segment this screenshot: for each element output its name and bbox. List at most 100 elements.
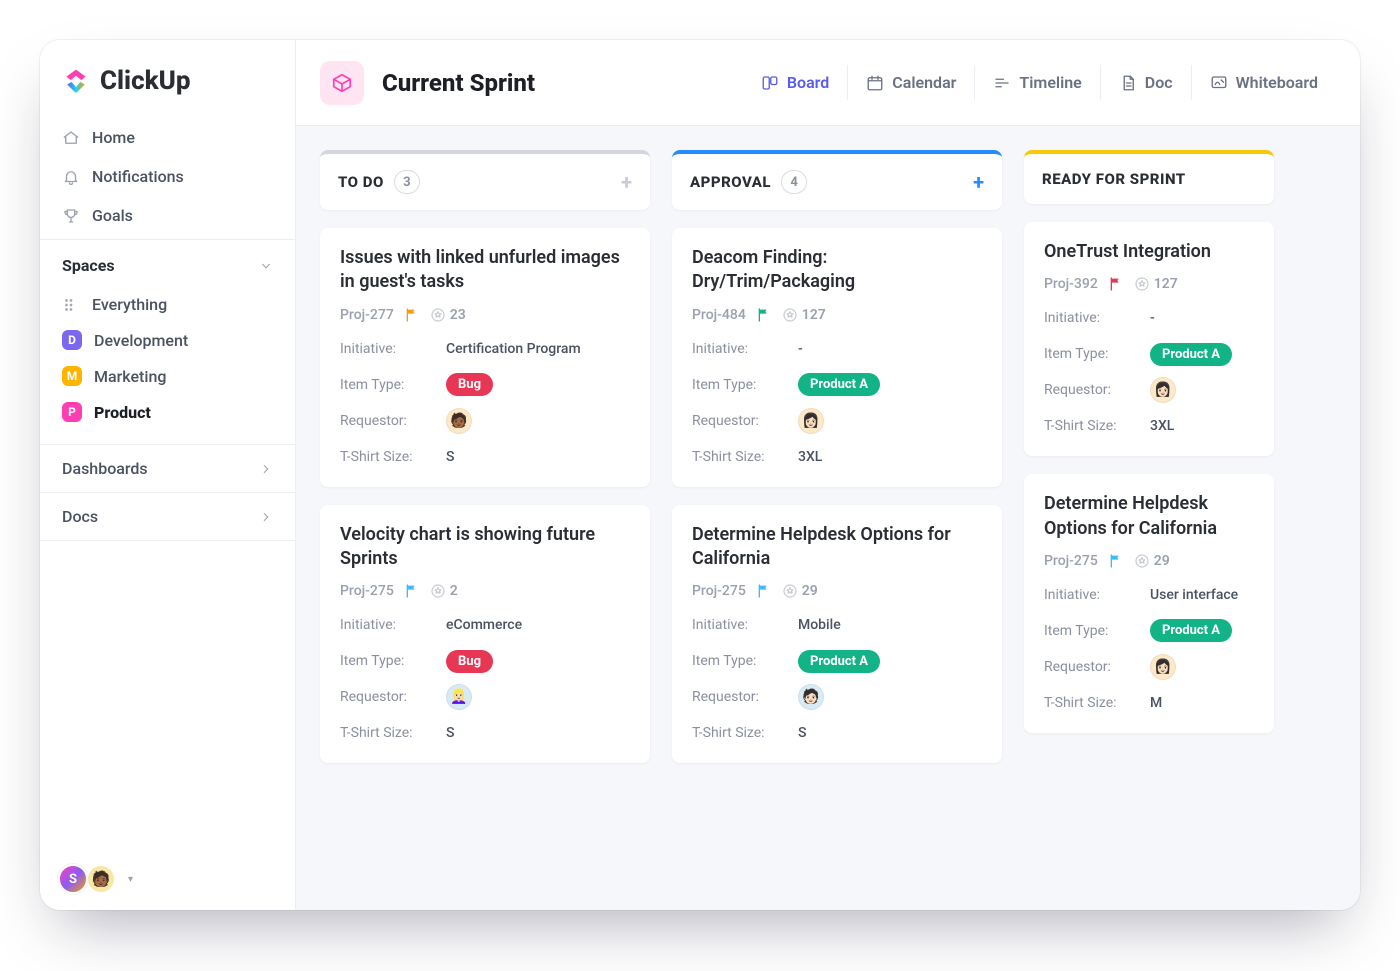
task-card[interactable]: Issues with linked unfurled images in gu…: [320, 228, 650, 487]
sidebar-user-stack[interactable]: S 🧑🏾 ▾: [40, 848, 295, 910]
flag-icon: [756, 583, 772, 599]
tab-label: Doc: [1145, 73, 1173, 92]
page-title: Current Sprint: [382, 69, 535, 97]
project-id: Proj-275: [340, 583, 394, 599]
spaces-section-header[interactable]: Spaces: [40, 239, 295, 285]
task-card[interactable]: Determine Helpdesk Options for Californi…: [1024, 474, 1274, 733]
section-title: Spaces: [62, 256, 115, 275]
space-item-marketing[interactable]: M Marketing: [50, 358, 285, 394]
flag-icon: [1108, 553, 1124, 569]
item-type-badge: Bug: [446, 650, 493, 673]
field-label: Requestor:: [340, 413, 446, 429]
score: 2: [430, 583, 458, 599]
field-label: T-Shirt Size:: [340, 725, 446, 741]
app-frame: ClickUp Home Notifications Goals Spaces: [40, 40, 1360, 910]
chevron-right-icon: [259, 510, 273, 524]
flag-icon: [404, 583, 420, 599]
workspace-avatar: S: [58, 864, 88, 894]
space-everything[interactable]: Everything: [50, 287, 285, 322]
nav-notifications[interactable]: Notifications: [46, 157, 289, 196]
column-count: 3: [394, 170, 420, 194]
space-label: Product: [94, 403, 151, 422]
star-icon: [782, 307, 798, 323]
column-header[interactable]: READY FOR SPRINT: [1024, 150, 1274, 204]
field-label: T-Shirt Size:: [1044, 418, 1150, 434]
nav-label: Dashboards: [62, 459, 148, 478]
field-label: Requestor:: [1044, 382, 1150, 398]
score: 127: [1134, 276, 1178, 292]
field-label: T-Shirt Size:: [692, 449, 798, 465]
nav-goals[interactable]: Goals: [46, 196, 289, 235]
nav-docs[interactable]: Docs: [40, 492, 295, 541]
column-header[interactable]: APPROVAL 4+: [672, 150, 1002, 210]
main-area: Current Sprint Board Calendar Timeline Doc W…: [296, 40, 1360, 910]
card-title: Issues with linked unfurled images in gu…: [340, 246, 630, 295]
sidebar: ClickUp Home Notifications Goals Spaces: [40, 40, 296, 910]
brand-logo[interactable]: ClickUp: [40, 40, 295, 114]
column-count: 4: [781, 170, 807, 194]
tab-whiteboard[interactable]: Whiteboard: [1191, 65, 1336, 100]
space-item-product[interactable]: P Product: [50, 394, 285, 430]
star-icon: [430, 307, 446, 323]
task-card[interactable]: OneTrust Integration Proj-392 127 Initia…: [1024, 222, 1274, 456]
nav-home[interactable]: Home: [46, 118, 289, 157]
field-label: Initiative:: [692, 341, 798, 357]
field-label: Item Type:: [1044, 346, 1150, 362]
field-label: Initiative:: [1044, 310, 1150, 326]
task-card[interactable]: Velocity chart is showing future Sprints…: [320, 505, 650, 764]
task-card[interactable]: Determine Helpdesk Options for Californi…: [672, 505, 1002, 764]
tshirt-value: S: [446, 449, 454, 465]
star-icon: [782, 583, 798, 599]
tab-label: Board: [787, 73, 829, 92]
chevron-down-icon: [259, 259, 273, 273]
field-label: Initiative:: [340, 617, 446, 633]
card-meta: Proj-275 29: [1044, 553, 1254, 569]
column-header[interactable]: TO DO 3+: [320, 150, 650, 210]
field-label: Requestor:: [1044, 659, 1150, 675]
initiative-value: eCommerce: [446, 617, 522, 633]
whiteboard-icon: [1210, 74, 1228, 92]
user-avatar: 🧑🏾: [86, 864, 116, 894]
task-card[interactable]: Deacom Finding: Dry/Trim/Packaging Proj-…: [672, 228, 1002, 487]
nav-label: Home: [92, 128, 135, 147]
requestor-avatar: 👱🏻‍♀️: [446, 684, 472, 710]
item-type-badge: Product A: [798, 373, 880, 396]
requestor-avatar: 👩🏻: [1150, 654, 1176, 680]
field-label: Requestor:: [692, 413, 798, 429]
tshirt-value: 3XL: [798, 449, 822, 465]
tab-label: Timeline: [1019, 73, 1081, 92]
card-title: Determine Helpdesk Options for Californi…: [1044, 492, 1254, 541]
add-card-button[interactable]: +: [621, 170, 632, 194]
board-column: APPROVAL 4+ Deacom Finding: Dry/Trim/Pac…: [672, 150, 1002, 910]
board-column: TO DO 3+ Issues with linked unfurled ima…: [320, 150, 650, 910]
nav-dashboards[interactable]: Dashboards: [40, 444, 295, 492]
timeline-icon: [993, 74, 1011, 92]
card-meta: Proj-275 2: [340, 583, 630, 599]
tab-doc[interactable]: Doc: [1100, 65, 1191, 100]
card-title: Determine Helpdesk Options for Californi…: [692, 523, 982, 572]
initiative-value: -: [798, 341, 803, 357]
board-column: READY FOR SPRINT OneTrust Integration Pr…: [1024, 150, 1274, 910]
space-label: Development: [94, 331, 188, 350]
item-type-badge: Bug: [446, 373, 493, 396]
view-tabs: Board Calendar Timeline Doc Whiteboard: [743, 65, 1336, 100]
space-item-development[interactable]: D Development: [50, 322, 285, 358]
tab-timeline[interactable]: Timeline: [974, 65, 1099, 100]
space-color-icon: D: [62, 330, 82, 350]
requestor-avatar: 👩🏻: [1150, 377, 1176, 403]
board-view: TO DO 3+ Issues with linked unfurled ima…: [296, 126, 1360, 910]
star-icon: [1134, 276, 1150, 292]
card-meta: Proj-484 127: [692, 307, 982, 323]
add-card-button[interactable]: +: [973, 170, 984, 194]
box-icon: [331, 72, 353, 94]
tab-board[interactable]: Board: [743, 65, 847, 100]
requestor-avatar: 🧑🏾: [446, 408, 472, 434]
space-label: Everything: [92, 295, 167, 314]
flag-icon: [756, 307, 772, 323]
initiative-value: User interface: [1150, 587, 1238, 603]
clickup-logo-icon: [62, 67, 90, 95]
tab-calendar[interactable]: Calendar: [847, 65, 974, 100]
card-meta: Proj-277 23: [340, 307, 630, 323]
field-label: Initiative:: [1044, 587, 1150, 603]
nav-label: Notifications: [92, 167, 184, 186]
